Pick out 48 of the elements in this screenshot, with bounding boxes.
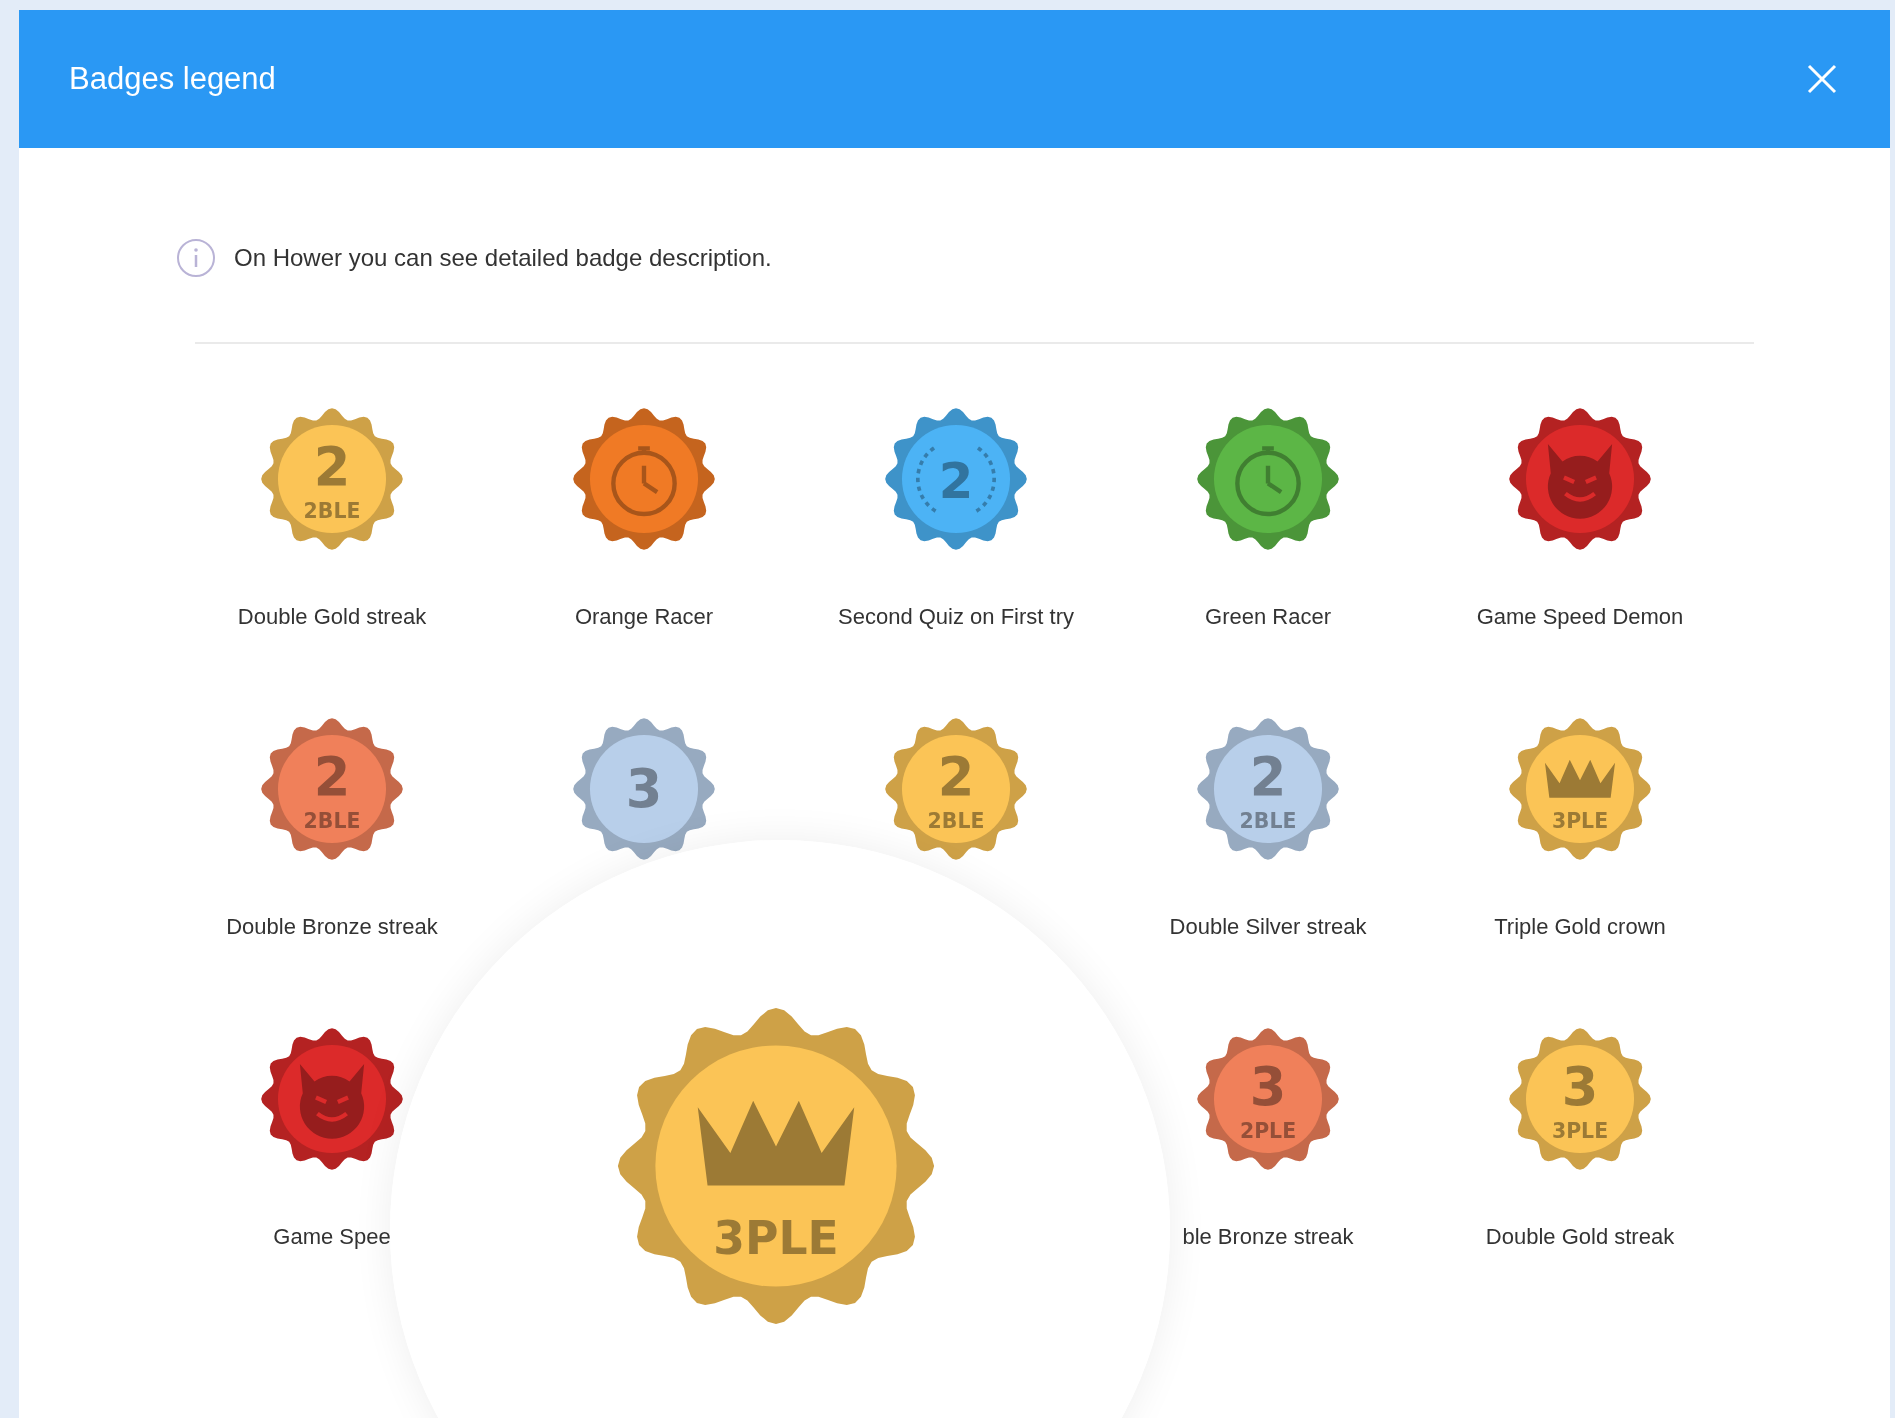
badge-icon	[885, 718, 1027, 860]
badge-tag: 2PLE	[1239, 1119, 1297, 1144]
badge-number: 3	[1561, 1055, 1599, 1117]
badge-label: Double Silver streak	[1169, 914, 1367, 940]
dialog-title: Badges legend	[69, 61, 276, 97]
badge-label: Orange Racer	[574, 604, 714, 630]
badge-label: ble Bronze streak	[1182, 1224, 1354, 1250]
badge-icon	[885, 408, 1027, 550]
badge-tag: 3PLE	[1551, 1119, 1609, 1144]
badge-tag: 2BLE	[1239, 809, 1297, 834]
badge-tag: 2BLE	[303, 809, 361, 834]
badge-icon	[261, 718, 403, 860]
badge-icon	[1197, 408, 1339, 550]
laurel-icon	[916, 445, 996, 513]
close-icon	[1806, 63, 1838, 95]
badge-label: Triple Gold crown	[1494, 914, 1666, 940]
crown-icon	[1544, 759, 1616, 798]
info-icon	[176, 238, 216, 278]
badge-label: Green Racer	[1205, 604, 1331, 630]
badge-number: 2	[313, 745, 351, 807]
badge-label: Game Speed Demon	[1476, 604, 1684, 630]
badge-label: Double Gold streak	[237, 604, 427, 630]
stopwatch-icon	[611, 446, 677, 517]
stopwatch-icon	[1235, 446, 1301, 517]
badge-label: Double Gold streak	[1485, 1224, 1675, 1250]
badge-tag: 2BLE	[303, 499, 361, 524]
badge-label: Game Spee	[273, 1224, 391, 1250]
badge-icon	[573, 718, 715, 860]
badge-number: 2	[938, 452, 974, 510]
badge-tag: 2BLE	[927, 809, 985, 834]
badge-tag: 3PLE	[1551, 809, 1609, 834]
crown-icon	[697, 1100, 855, 1186]
badge-icon	[1197, 718, 1339, 860]
devil-face-icon	[1547, 443, 1613, 519]
badge-number: 2	[313, 435, 351, 497]
badge-label: Double Bronze streak	[226, 914, 438, 940]
badge-number: 2	[1249, 745, 1287, 807]
badge-icon	[573, 408, 715, 550]
badge-number: 3	[1249, 1055, 1287, 1117]
badge-number: 3	[625, 757, 663, 819]
badge-tag: 3PLE	[713, 1212, 839, 1265]
info-text: On Hower you can see detailed badge description.	[234, 244, 772, 272]
badge-icon	[1197, 1028, 1339, 1170]
badge-number: 2	[937, 745, 975, 807]
devil-face-icon	[299, 1063, 365, 1139]
badge-icon	[261, 408, 403, 550]
badge-icon	[1509, 1028, 1651, 1170]
badge-label: Second Quiz on First try	[838, 604, 1074, 630]
